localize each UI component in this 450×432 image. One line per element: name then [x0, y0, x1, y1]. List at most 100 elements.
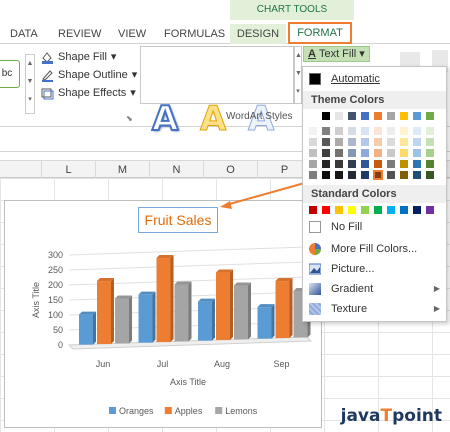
theme-color-swatch[interactable] — [386, 126, 396, 136]
menu-item-no-fill[interactable]: No Fill — [303, 217, 446, 237]
theme-color-swatch[interactable] — [321, 148, 331, 158]
theme-color-swatch[interactable] — [334, 126, 344, 136]
theme-color-swatch[interactable] — [308, 170, 318, 180]
no-fill-label: No Fill — [331, 221, 363, 233]
theme-color-swatch[interactable] — [372, 169, 384, 181]
tab-review[interactable]: REVIEW — [58, 24, 101, 44]
theme-color-swatch[interactable] — [334, 170, 344, 180]
shape-outline-button[interactable]: Shape Outline ▾ — [40, 66, 137, 84]
tab-design[interactable]: DESIGN — [230, 24, 286, 44]
theme-color-swatch[interactable] — [386, 170, 396, 180]
theme-color-swatch[interactable] — [399, 148, 409, 158]
theme-color-swatch[interactable] — [425, 137, 435, 147]
theme-color-swatch[interactable] — [347, 137, 357, 147]
theme-color-swatch[interactable] — [386, 111, 396, 121]
dialog-launcher-icon[interactable]: ⬊ — [126, 114, 133, 123]
theme-color-swatch[interactable] — [399, 137, 409, 147]
theme-color-swatch[interactable] — [334, 111, 344, 121]
theme-color-swatch[interactable] — [373, 148, 383, 158]
theme-color-swatch[interactable] — [412, 126, 422, 136]
column-header[interactable]: M — [96, 161, 150, 179]
column-header[interactable]: L — [42, 161, 96, 179]
wordart-scroll[interactable]: ▲ ▼ ▾ — [294, 46, 302, 104]
theme-color-swatch[interactable] — [360, 111, 370, 121]
standard-color-swatch[interactable] — [308, 205, 318, 215]
theme-color-swatch[interactable] — [308, 148, 318, 158]
theme-color-swatch[interactable] — [360, 126, 370, 136]
theme-color-swatch[interactable] — [425, 170, 435, 180]
standard-color-swatch[interactable] — [347, 205, 357, 215]
theme-color-swatch[interactable] — [321, 170, 331, 180]
theme-color-swatch[interactable] — [386, 148, 396, 158]
column-header[interactable]: N — [150, 161, 204, 179]
theme-color-swatch[interactable] — [347, 159, 357, 169]
theme-color-swatch[interactable] — [347, 111, 357, 121]
theme-color-swatch[interactable] — [347, 148, 357, 158]
shape-fill-button[interactable]: Shape Fill ▾ — [40, 48, 116, 66]
theme-color-swatch[interactable] — [321, 159, 331, 169]
shape-styles-scroll[interactable]: ▲ ▼ ▾ — [25, 54, 35, 114]
theme-color-swatch[interactable] — [321, 126, 331, 136]
theme-color-swatch[interactable] — [360, 159, 370, 169]
shape-effects-button[interactable]: Shape Effects ▾ — [40, 84, 136, 102]
menu-item-automatic[interactable]: Automatic — [303, 69, 446, 89]
theme-color-swatch[interactable] — [334, 137, 344, 147]
standard-color-swatch[interactable] — [360, 205, 370, 215]
text-fill-button[interactable]: A Text Fill ▾ — [303, 46, 370, 62]
menu-item-texture[interactable]: Texture ▶ — [303, 299, 446, 319]
standard-color-swatch[interactable] — [334, 205, 344, 215]
tab-data[interactable]: DATA — [10, 24, 38, 44]
chart-area[interactable]: Fruit Sales 0 50 100 150 200 250 300 Jun Jul Aug S… — [4, 200, 322, 428]
wordart-styles-group-label: WordArt Styles — [226, 111, 293, 122]
bar-side — [230, 269, 233, 341]
theme-color-swatch[interactable] — [399, 159, 409, 169]
shape-style-abc[interactable]: bc — [0, 60, 20, 88]
theme-color-swatch[interactable] — [321, 137, 331, 147]
theme-color-swatch[interactable] — [308, 126, 318, 136]
tab-view[interactable]: VIEW — [118, 24, 146, 44]
theme-color-swatch[interactable] — [360, 170, 370, 180]
theme-color-swatch[interactable] — [399, 170, 409, 180]
theme-color-swatch[interactable] — [412, 148, 422, 158]
theme-color-swatch[interactable] — [373, 111, 383, 121]
theme-color-swatch[interactable] — [347, 170, 357, 180]
tab-format[interactable]: FORMAT — [288, 22, 352, 44]
theme-color-swatch[interactable] — [399, 126, 409, 136]
theme-color-swatch[interactable] — [360, 137, 370, 147]
theme-color-swatch[interactable] — [373, 137, 383, 147]
standard-color-swatch[interactable] — [425, 205, 435, 215]
theme-color-swatch[interactable] — [373, 159, 383, 169]
theme-color-swatch[interactable] — [399, 111, 409, 121]
column-header-k[interactable] — [0, 161, 42, 179]
standard-color-swatch[interactable] — [321, 205, 331, 215]
theme-color-swatch[interactable] — [425, 159, 435, 169]
theme-color-swatch[interactable] — [360, 148, 370, 158]
theme-color-swatch[interactable] — [425, 148, 435, 158]
wordart-gallery[interactable] — [140, 46, 294, 104]
theme-color-swatch[interactable] — [386, 137, 396, 147]
column-header[interactable]: O — [204, 161, 258, 179]
standard-color-swatch[interactable] — [386, 205, 396, 215]
theme-color-swatch[interactable] — [308, 159, 318, 169]
theme-color-swatch[interactable] — [308, 111, 318, 121]
theme-color-swatch[interactable] — [321, 111, 331, 121]
menu-item-picture[interactable]: Picture... — [303, 259, 446, 279]
theme-color-swatch[interactable] — [334, 148, 344, 158]
theme-color-swatch[interactable] — [425, 126, 435, 136]
menu-item-more-fill-colors[interactable]: More Fill Colors... — [303, 239, 446, 259]
theme-color-swatch[interactable] — [373, 126, 383, 136]
menu-item-gradient[interactable]: Gradient ▶ — [303, 279, 446, 299]
theme-color-swatch[interactable] — [425, 111, 435, 121]
standard-color-swatch[interactable] — [399, 205, 409, 215]
theme-color-swatch[interactable] — [334, 159, 344, 169]
standard-color-swatch[interactable] — [373, 205, 383, 215]
standard-color-swatch[interactable] — [412, 205, 422, 215]
theme-color-swatch[interactable] — [412, 159, 422, 169]
theme-color-swatch[interactable] — [412, 137, 422, 147]
tab-formulas[interactable]: FORMULAS — [164, 24, 225, 44]
theme-color-swatch[interactable] — [386, 159, 396, 169]
theme-color-swatch[interactable] — [347, 126, 357, 136]
theme-color-swatch[interactable] — [412, 111, 422, 121]
theme-color-swatch[interactable] — [412, 170, 422, 180]
theme-color-swatch[interactable] — [308, 137, 318, 147]
